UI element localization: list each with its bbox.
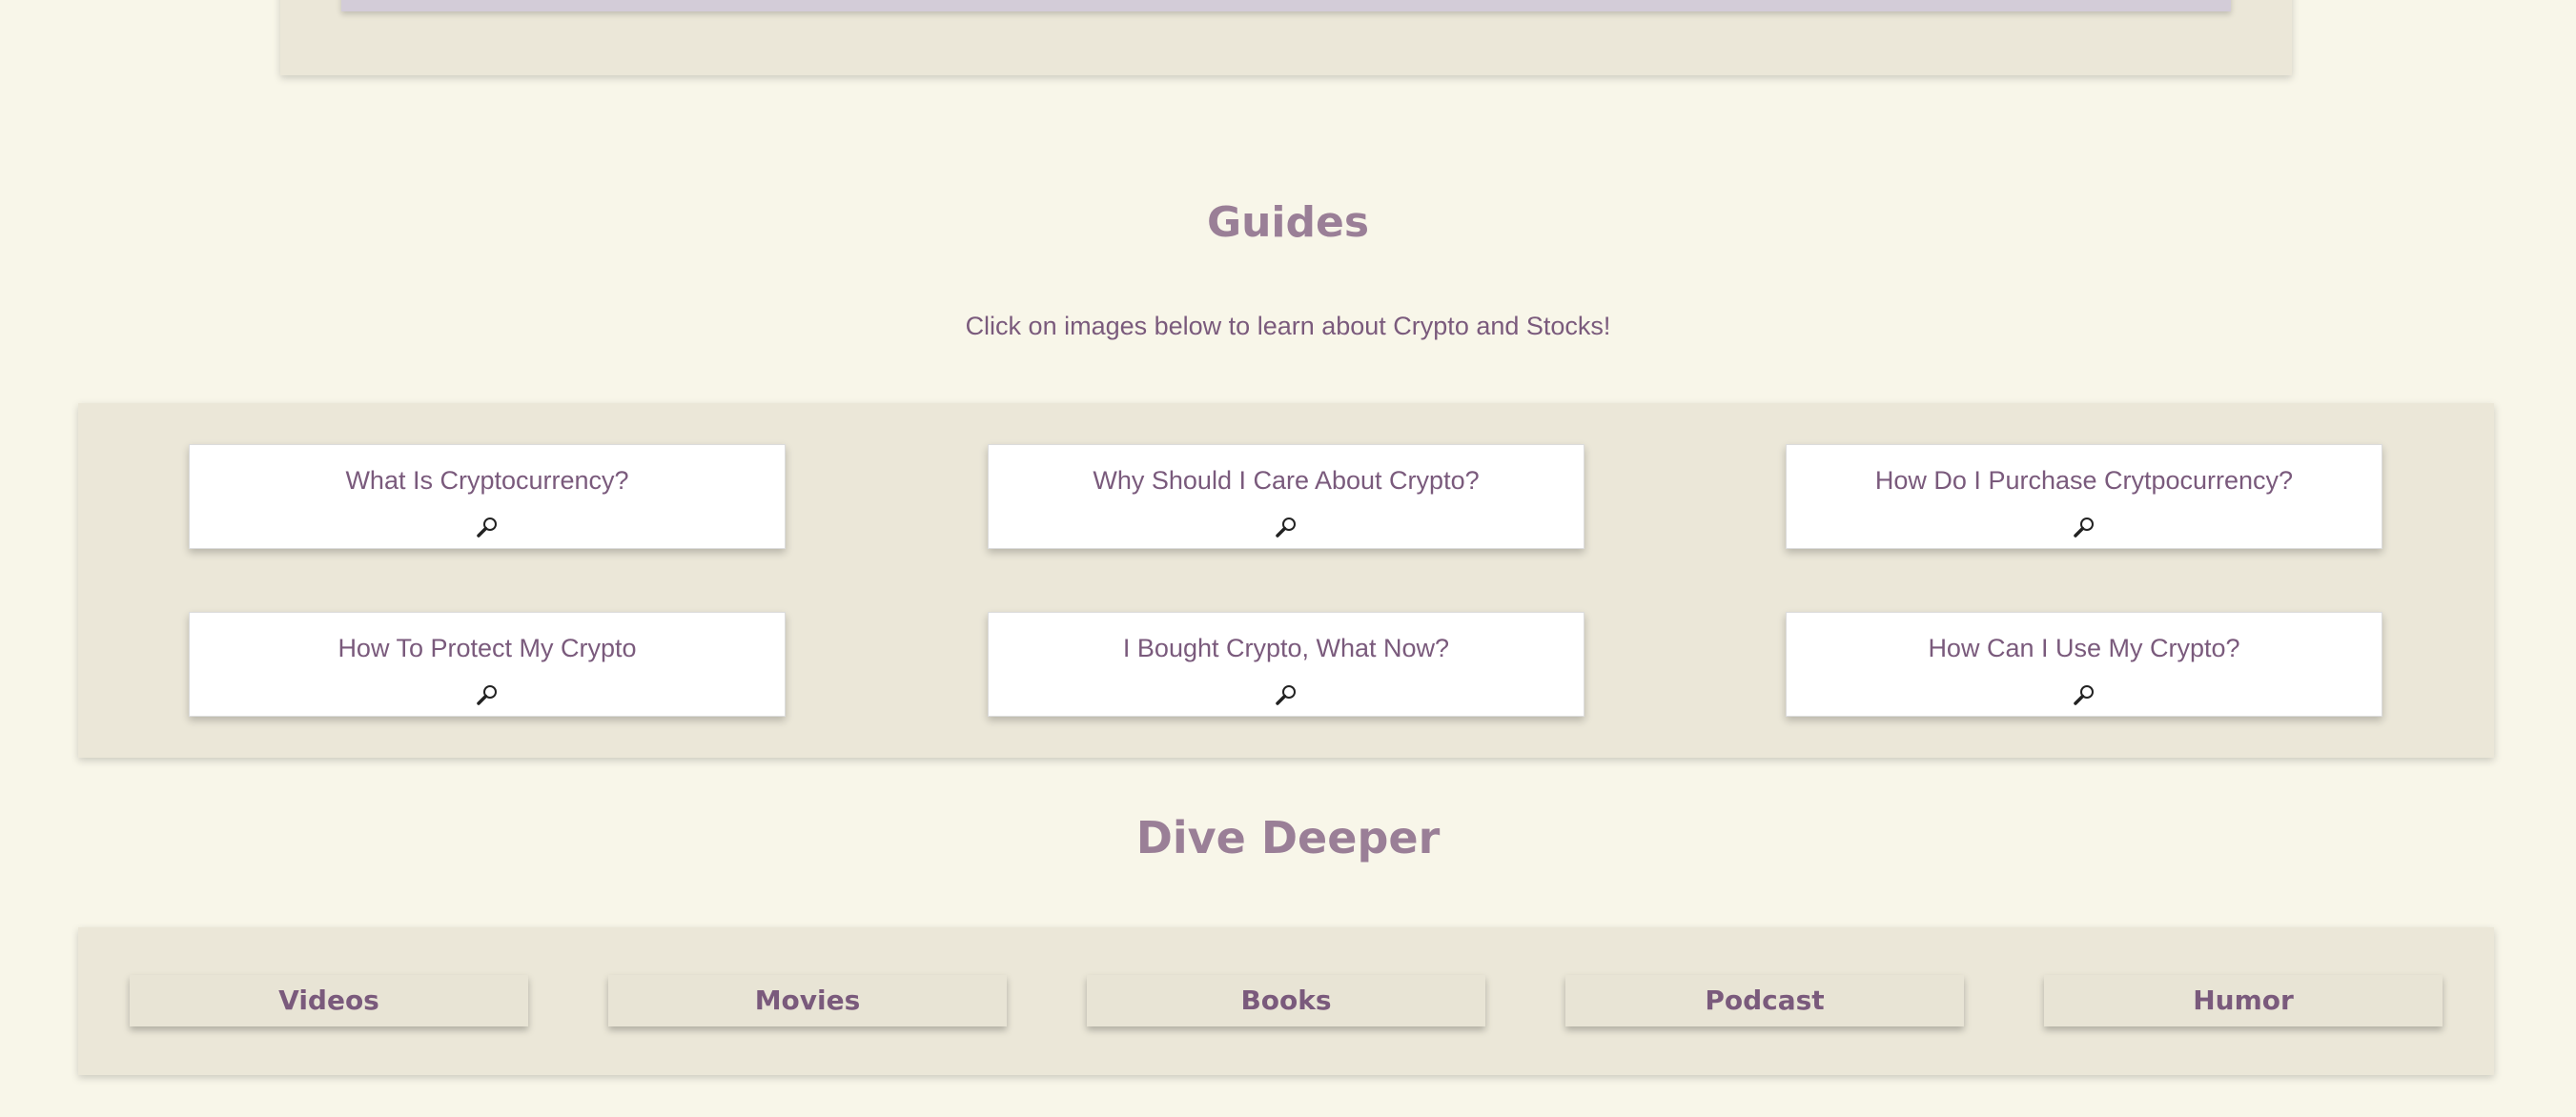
guide-card-label: Why Should I Care About Crypto? [1093, 466, 1480, 495]
guides-subtitle: Click on images below to learn about Cry… [965, 312, 1611, 340]
guide-card-what-is-crypto[interactable]: What Is Cryptocurrency? [189, 444, 786, 549]
guides-panel: What Is Cryptocurrency? Why Should I Car… [78, 403, 2494, 758]
podcast-button[interactable]: Podcast [1565, 975, 1964, 1026]
guide-card-how-purchase[interactable]: How Do I Purchase Crytpocurrency? [1786, 444, 2382, 549]
guides-title: Guides [1206, 198, 1370, 247]
top-content-strip [341, 0, 2231, 11]
guide-card-how-use[interactable]: How Can I Use My Crypto? [1786, 612, 2382, 717]
guide-card-why-care[interactable]: Why Should I Care About Crypto? [988, 444, 1584, 549]
magnifier-icon [2074, 518, 2094, 538]
magnifier-icon [1276, 518, 1296, 538]
dive-deeper-title: Dive Deeper [1135, 812, 1441, 863]
guide-card-label: I Bought Crypto, What Now? [1122, 634, 1450, 662]
top-section-panel [280, 0, 2292, 75]
humor-button[interactable]: Humor [2044, 975, 2443, 1026]
guide-card-bought-what-now[interactable]: I Bought Crypto, What Now? [988, 612, 1584, 717]
books-button[interactable]: Books [1087, 975, 1485, 1026]
magnifier-icon [477, 518, 497, 538]
magnifier-icon [477, 685, 497, 705]
guide-card-label: How Can I Use My Crypto? [1928, 634, 2240, 662]
guide-card-label: What Is Cryptocurrency? [345, 466, 629, 495]
guide-card-protect[interactable]: How To Protect My Crypto [189, 612, 786, 717]
dive-deeper-panel: Videos Movies Books Podcast Humor [78, 927, 2494, 1075]
guide-card-label: How To Protect My Crypto [337, 634, 637, 662]
videos-button[interactable]: Videos [130, 975, 528, 1026]
magnifier-icon [1276, 685, 1296, 705]
guide-card-label: How Do I Purchase Crytpocurrency? [1874, 466, 2294, 495]
movies-button[interactable]: Movies [608, 975, 1007, 1026]
magnifier-icon [2074, 685, 2094, 705]
